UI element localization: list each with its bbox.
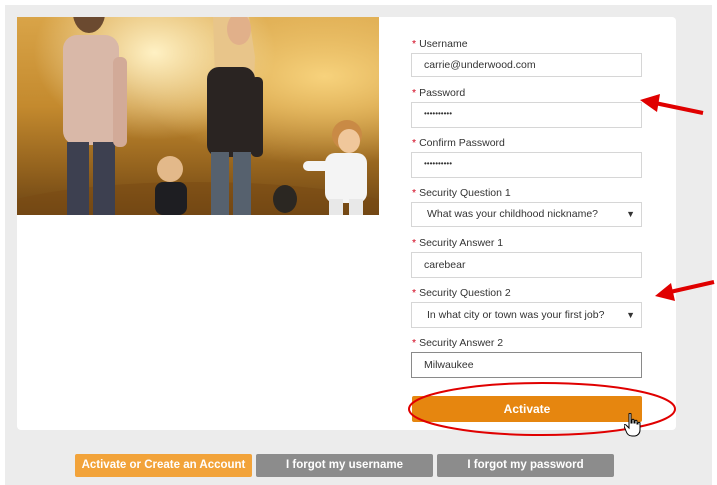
forgot-password-button[interactable]: I forgot my password [437, 454, 614, 477]
required-marker: * [412, 287, 417, 299]
confirm-password-input[interactable]: •••••••••• [411, 152, 642, 178]
required-marker: * [412, 137, 417, 149]
family-photo [17, 17, 379, 215]
required-marker: * [412, 38, 417, 50]
hand-pointer-icon [624, 413, 641, 437]
security-question-1-value: What was your childhood nickname? [427, 208, 599, 220]
required-marker: * [412, 187, 417, 199]
security-answer-1-input[interactable]: carebear [411, 252, 642, 278]
security-answer-1-label: * Security Answer 1 [412, 237, 504, 249]
security-question-2-select[interactable]: In what city or town was your first job?… [411, 302, 642, 328]
security-answer-2-label: * Security Answer 2 [412, 337, 504, 349]
activate-button[interactable]: Activate [412, 396, 642, 422]
security-answer-2-input[interactable]: Milwaukee [411, 352, 642, 378]
required-marker: * [412, 87, 417, 99]
security-question-2-label: * Security Question 2 [412, 287, 511, 299]
security-question-1-label: * Security Question 1 [412, 187, 511, 199]
required-marker: * [412, 237, 417, 249]
password-label: * Password [412, 87, 466, 99]
forgot-username-button[interactable]: I forgot my username [256, 454, 433, 477]
required-marker: * [412, 337, 417, 349]
username-input[interactable]: carrie@underwood.com [411, 53, 642, 77]
chevron-down-icon: ▼ [626, 310, 635, 320]
security-question-1-select[interactable]: What was your childhood nickname? ▼ [411, 202, 642, 227]
confirm-password-label: * Confirm Password [412, 137, 505, 149]
password-input[interactable]: •••••••••• [411, 102, 642, 128]
security-question-2-value: In what city or town was your first job? [427, 309, 605, 321]
username-label: * Username [412, 38, 468, 50]
chevron-down-icon: ▼ [626, 209, 635, 219]
activate-or-create-account-button[interactable]: Activate or Create an Account [75, 454, 252, 477]
